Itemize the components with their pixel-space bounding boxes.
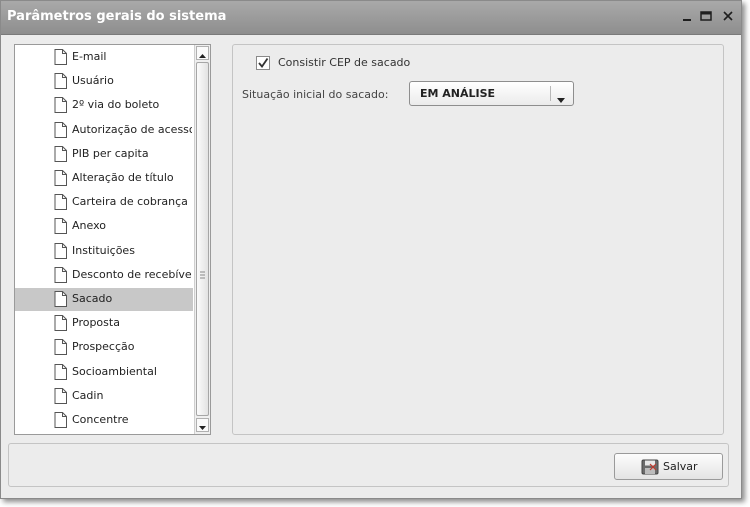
tree-item-label: Proposta: [72, 316, 120, 330]
category-tree: E-mail Usuário 2º via do boleto Autorização…: [14, 44, 211, 435]
document-icon: [54, 291, 67, 307]
document-icon: [54, 121, 67, 138]
close-icon[interactable]: [721, 9, 735, 23]
tree-item-label: Sacado: [72, 292, 113, 305]
tree-item-label: Cadin: [72, 388, 104, 402]
document-icon: [54, 194, 67, 211]
tree-item[interactable]: Cadin: [15, 385, 193, 408]
tree-scrollbar[interactable]: [194, 45, 210, 434]
document-icon: [54, 266, 67, 283]
tree-item[interactable]: Anexo: [15, 215, 193, 238]
consistir-cep-label: Consistir CEP de sacado: [278, 56, 411, 69]
dialog-window: Parâmetros gerais do sistema E-mail Usuár…: [0, 0, 742, 499]
consistir-cep-checkbox[interactable]: [256, 56, 270, 70]
tree-item-label: 2º via do boleto: [72, 98, 160, 112]
tree-item[interactable]: E-mail: [15, 46, 193, 69]
tree-item[interactable]: Concentre: [15, 409, 193, 432]
tree-item[interactable]: Alteração de título: [15, 167, 193, 190]
save-label: Salvar: [663, 460, 698, 473]
situacao-select[interactable]: EM ANÁLISE: [409, 81, 574, 106]
document-icon: [54, 363, 67, 380]
document-icon: [54, 145, 67, 162]
scroll-thumb[interactable]: [196, 62, 209, 416]
tree-item-label: Usuário: [72, 74, 114, 88]
minimize-icon[interactable]: [680, 9, 694, 23]
tree-item[interactable]: PIB per capita: [15, 143, 193, 166]
tree-item-label: E-mail: [72, 50, 107, 63]
tree-item-label: Carteira de cobrança: [72, 195, 188, 209]
tree-item[interactable]: Carteira de cobrança: [15, 191, 193, 214]
document-icon: [54, 218, 67, 235]
tree-item-label: Alteração de título: [72, 171, 174, 184]
document-icon: [54, 339, 67, 356]
tree-item-label: Socioambiental: [72, 364, 157, 378]
tree-item[interactable]: Sacado: [15, 288, 193, 311]
scroll-down-button[interactable]: [196, 418, 209, 432]
document-icon: [54, 412, 67, 428]
document-icon: [54, 242, 67, 259]
chevron-down-icon: [556, 90, 566, 109]
tree-item[interactable]: Prospecção: [15, 336, 193, 359]
tree-item[interactable]: 2º via do boleto: [15, 94, 193, 117]
tree-item-label: Autorização de acesso: [72, 122, 192, 136]
tree-item-label: Prospecção: [72, 340, 135, 354]
situacao-label: Situação inicial do sacado:: [242, 88, 389, 101]
tree-item-label: Anexo: [72, 219, 106, 233]
document-icon: [54, 315, 67, 332]
scroll-up-button[interactable]: [196, 46, 209, 60]
tree-item[interactable]: Usuário: [15, 70, 193, 93]
footer-bar: Salvar: [8, 443, 729, 487]
tree-item[interactable]: Autorização de acesso: [15, 119, 193, 142]
document-icon: [54, 73, 67, 90]
situacao-value: EM ANÁLISE: [420, 87, 496, 100]
tree-item-label: Instituições: [72, 243, 135, 257]
document-icon: [54, 387, 67, 404]
tree-item-label: Concentre: [72, 413, 129, 426]
title-bar: Parâmetros gerais do sistema: [1, 1, 741, 35]
document-icon: [54, 97, 67, 114]
document-icon: [54, 49, 67, 65]
tree-item-label: Desconto de recebíveis: [72, 267, 192, 281]
tree-item[interactable]: Socioambiental: [15, 361, 193, 384]
select-divider: [550, 86, 551, 101]
floppy-icon: [641, 459, 659, 479]
window-title: Parâmetros gerais do sistema: [7, 9, 227, 24]
maximize-icon[interactable]: [699, 9, 713, 23]
tree-item-label: PIB per capita: [72, 146, 149, 160]
save-button[interactable]: Salvar: [614, 453, 723, 480]
settings-panel: Consistir CEP de sacado Situação inicial…: [232, 44, 724, 435]
document-icon: [54, 170, 67, 186]
tree-item[interactable]: Desconto de recebíveis: [15, 264, 193, 287]
tree-item[interactable]: Proposta: [15, 312, 193, 335]
tree-item[interactable]: Instituições: [15, 240, 193, 263]
